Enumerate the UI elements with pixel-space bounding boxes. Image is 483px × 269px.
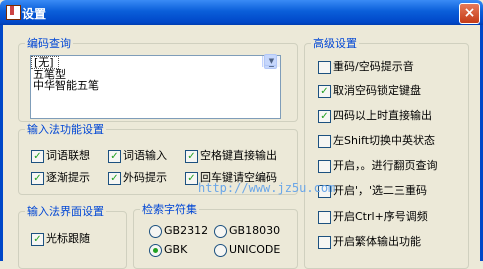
checkbox-box[interactable]: ✓ [185,172,198,185]
advanced-legend: 高级设置 [313,37,357,50]
checkbox-box[interactable] [318,236,331,249]
charset-legend: 检索字符集 [142,203,197,216]
checkbox-label: 取消空码锁定键盘 [333,84,421,97]
checkbox-box[interactable]: ✓ [108,172,121,185]
checkbox-box[interactable] [318,135,331,148]
checkbox-box[interactable] [318,211,331,224]
radio-label: GBK [164,243,188,256]
radio-circle[interactable] [214,244,227,257]
list-item[interactable]: 中华智能五笔 [31,80,280,91]
checkbox-box[interactable]: ✓ [31,172,44,185]
encoding-listbox[interactable]: [无] 五笔型 中华智能五笔 ▲ ▼ [30,54,281,119]
app-icon [6,5,21,20]
radio-label: GB2312 [164,224,209,237]
radio-circle[interactable] [214,225,227,238]
checkbox-label: 开启Ctrl+序号调频 [333,210,428,223]
close-button[interactable]: × [459,3,480,24]
title-bar[interactable]: 设置 × [0,0,483,25]
checkbox-label: 左Shift切换中英状态 [333,134,436,147]
checkbox-label: 开启，。进行翻页查询 [333,159,438,172]
checkbox-box[interactable]: ✓ [108,150,121,163]
scroll-down-arrow-icon[interactable]: ▼ [264,54,277,66]
checkbox-box[interactable]: ✓ [318,110,331,123]
checkbox-box[interactable] [318,61,331,74]
checkbox-label: 词语输入 [123,149,167,162]
checkbox-box[interactable]: ✓ [185,150,198,163]
radio-label: UNICODE [229,243,281,256]
checkbox-label: 光标跟随 [46,232,90,245]
checkbox-box[interactable]: ✓ [318,85,331,98]
checkbox-label: 重码/空码提示音 [333,60,414,73]
radio-label: GB18030 [229,224,281,237]
watermark-url: http://www.jz5u.com [198,181,336,195]
checkbox-label: 空格键直接输出 [200,149,277,162]
checkbox-label: 逐渐提示 [46,171,90,184]
checkbox-label: 开启'，'选二三重码 [333,184,428,197]
checkbox-label: 外码提示 [123,171,167,184]
checkbox-label: 开启繁体输出功能 [333,235,421,248]
ime-ui-legend: 输入法界面设置 [27,205,104,218]
window-frame-left [0,25,3,261]
listbox-scrollbar[interactable]: ▲ ▼ [262,54,280,69]
checkbox-label: 词语联想 [46,149,90,162]
encoding-query-legend: 编码查询 [27,37,71,50]
radio-circle[interactable] [149,225,162,238]
checkbox-label: 四码以上时直接输出 [333,109,432,122]
checkbox-box[interactable] [318,160,331,173]
window-title: 设置 [22,7,47,21]
ime-functions-legend: 输入法功能设置 [27,123,104,136]
checkbox-box[interactable]: ✓ [31,150,44,163]
radio-circle[interactable] [149,244,162,257]
checkbox-box[interactable]: ✓ [31,233,44,246]
